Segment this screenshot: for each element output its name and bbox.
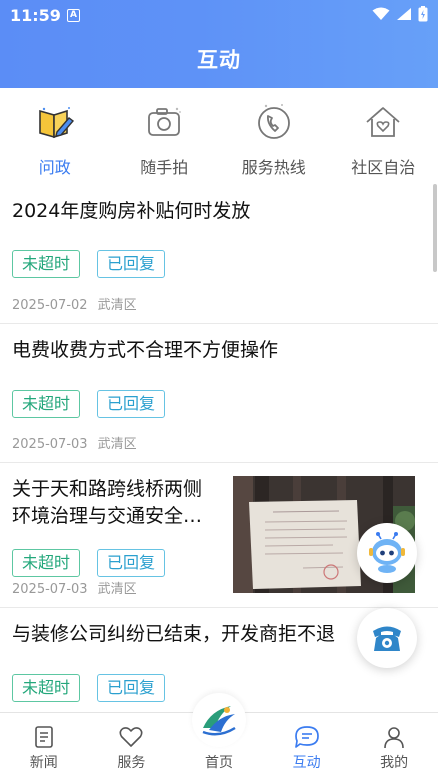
- robot-assistant-button[interactable]: [357, 523, 417, 583]
- tab-mine[interactable]: 我的: [350, 713, 438, 780]
- hotline-phone-icon: [373, 626, 401, 651]
- item-date: 2025-07-03: [12, 582, 88, 597]
- category-suishoupai[interactable]: 随手拍: [110, 88, 220, 184]
- overtime-status-tag: 未超时: [12, 674, 81, 702]
- tab-news[interactable]: 新闻: [0, 713, 88, 780]
- category-label: 随手拍: [140, 158, 189, 177]
- status-bar: 11:59 A: [0, 0, 438, 30]
- item-date: 2025-07-03: [12, 437, 88, 452]
- item-meta: 2025-07-03 武清区: [12, 578, 137, 597]
- reply-status-tag: 已回复: [97, 674, 166, 702]
- reply-status-tag: 已回复: [97, 250, 166, 278]
- home-logo-bubble: [191, 693, 246, 747]
- list-item[interactable]: 电费收费方式不合理不方便操作 未超时 已回复 2025-07-03 武清区: [0, 324, 438, 463]
- news-icon: [34, 726, 53, 748]
- item-meta: 2025-07-03 武清区: [12, 433, 137, 452]
- category-bar: 问政 随手拍 服务热线 社区自治: [0, 88, 438, 184]
- category-label: 服务热线: [241, 158, 306, 177]
- tab-interact[interactable]: 互动: [263, 713, 351, 780]
- battery-icon: [418, 6, 428, 22]
- tab-home[interactable]: 首页: [175, 693, 263, 780]
- tab-label: 互动: [292, 755, 321, 771]
- item-district: 武清区: [97, 298, 137, 313]
- category-community[interactable]: 社区自治: [329, 88, 438, 184]
- app-header: 11:59 A 互动: [0, 0, 438, 88]
- tab-service[interactable]: 服务: [88, 713, 176, 780]
- tab-label: 首页: [204, 755, 233, 771]
- category-wenzheng[interactable]: 问政: [0, 88, 110, 184]
- robot-assistant-icon: [369, 532, 405, 573]
- category-label: 问政: [38, 158, 71, 177]
- item-district: 武清区: [97, 582, 137, 597]
- wifi-icon: [372, 7, 390, 20]
- reply-status-tag: 已回复: [97, 549, 166, 577]
- book-pen-icon: [38, 107, 74, 139]
- overtime-status-tag: 未超时: [12, 549, 81, 577]
- tab-label: 我的: [380, 755, 409, 771]
- status-time: 11:59: [10, 6, 61, 25]
- chat-icon: [294, 726, 319, 748]
- tab-label: 服务: [117, 755, 146, 771]
- item-title-line1: 关于天和路跨线桥两侧: [12, 478, 203, 500]
- list-scrollbar[interactable]: [433, 184, 437, 272]
- phone-icon: [257, 104, 290, 139]
- item-meta: 2025-07-02 武清区: [12, 294, 137, 313]
- item-date: 2025-07-02: [12, 298, 88, 313]
- overtime-status-tag: 未超时: [12, 250, 81, 278]
- home-logo-icon: [202, 706, 236, 736]
- user-icon: [384, 727, 404, 749]
- signal-icon: [397, 8, 411, 20]
- reply-status-tag: 已回复: [97, 390, 166, 418]
- item-title-line2: 环境治理与交通安全…: [12, 505, 203, 527]
- notification-a-icon: A: [67, 9, 80, 22]
- bottom-tab-bar: 新闻 服务 首页 互动 我的: [0, 693, 438, 780]
- house-heart-icon: [366, 107, 400, 137]
- item-title: 电费收费方式不合理不方便操作: [12, 339, 279, 361]
- list-item[interactable]: 2024年度购房补贴何时发放 未超时 已回复 2025-07-02 武清区: [0, 184, 438, 324]
- overtime-status-tag: 未超时: [12, 390, 81, 418]
- heart-icon: [119, 727, 143, 747]
- category-label: 社区自治: [351, 158, 416, 177]
- item-title: 2024年度购房补贴何时发放: [12, 200, 251, 222]
- tab-label: 新闻: [29, 755, 58, 771]
- camera-icon: [148, 107, 182, 136]
- page-title: 互动: [197, 48, 241, 72]
- category-hotline[interactable]: 服务热线: [219, 88, 329, 184]
- hotline-phone-button[interactable]: [357, 608, 417, 668]
- item-district: 武清区: [97, 437, 137, 452]
